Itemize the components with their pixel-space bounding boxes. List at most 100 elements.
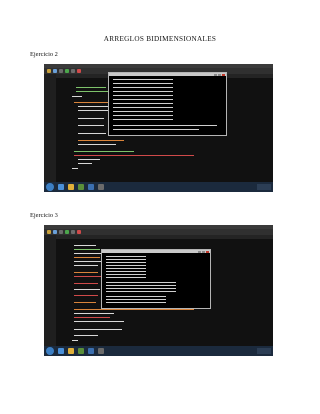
code-line bbox=[72, 96, 82, 97]
code-line bbox=[78, 163, 92, 164]
console-line bbox=[113, 129, 199, 130]
console-line bbox=[113, 107, 173, 108]
console-line bbox=[106, 288, 176, 289]
console-line bbox=[106, 296, 166, 297]
explorer-icon bbox=[58, 348, 64, 354]
code-line bbox=[78, 159, 100, 160]
code-line bbox=[72, 340, 78, 341]
tool-icon bbox=[59, 69, 63, 73]
tool-icon bbox=[71, 230, 75, 234]
console-window bbox=[101, 249, 211, 309]
code-line bbox=[78, 118, 104, 119]
code-line bbox=[74, 265, 98, 266]
word-icon bbox=[88, 184, 94, 190]
stop-icon bbox=[77, 69, 81, 73]
code-line bbox=[74, 289, 100, 290]
code-line bbox=[78, 125, 104, 126]
console-line bbox=[113, 83, 173, 84]
console-line bbox=[106, 282, 176, 283]
code-line bbox=[78, 133, 106, 134]
start-icon bbox=[46, 183, 54, 191]
console-line bbox=[106, 274, 146, 275]
start-icon bbox=[46, 347, 54, 355]
code-line bbox=[74, 257, 100, 258]
console-line bbox=[113, 79, 173, 80]
document-title: ARREGLOS BIDIMENSIONALES bbox=[103, 35, 217, 43]
code-line bbox=[74, 253, 104, 254]
console-line bbox=[106, 256, 146, 257]
stop-icon bbox=[77, 230, 81, 234]
save-icon bbox=[53, 230, 57, 234]
console-line bbox=[113, 95, 173, 96]
console-line bbox=[113, 125, 217, 126]
console-line bbox=[113, 111, 173, 112]
console-line bbox=[113, 115, 173, 116]
open-icon bbox=[47, 230, 51, 234]
windows-taskbar bbox=[44, 346, 273, 356]
word-icon bbox=[88, 348, 94, 354]
code-line bbox=[74, 276, 102, 277]
save-icon bbox=[53, 69, 57, 73]
code-line bbox=[72, 168, 78, 169]
open-icon bbox=[47, 69, 51, 73]
code-line bbox=[76, 87, 106, 88]
system-tray bbox=[257, 348, 271, 354]
code-line bbox=[74, 309, 194, 310]
tool-icon bbox=[71, 69, 75, 73]
screenshot-ejercicio-3 bbox=[44, 225, 273, 356]
code-line bbox=[76, 91, 112, 92]
console-line bbox=[113, 91, 173, 92]
console-line bbox=[106, 299, 166, 300]
run-icon bbox=[65, 69, 69, 73]
code-line bbox=[74, 302, 96, 303]
code-line bbox=[74, 335, 98, 336]
code-line bbox=[74, 329, 122, 330]
code-line bbox=[74, 313, 114, 314]
console-line bbox=[106, 302, 166, 303]
code-line bbox=[74, 249, 100, 250]
run-icon bbox=[65, 230, 69, 234]
system-tray bbox=[257, 184, 271, 190]
console-line bbox=[113, 87, 173, 88]
app-icon bbox=[78, 348, 84, 354]
code-line bbox=[74, 272, 98, 273]
console-line bbox=[106, 271, 146, 272]
tool-icon bbox=[59, 230, 63, 234]
explorer-icon bbox=[58, 184, 64, 190]
windows-taskbar bbox=[44, 182, 273, 192]
console-line bbox=[106, 262, 146, 263]
console-line bbox=[106, 268, 146, 269]
code-line bbox=[74, 317, 110, 318]
code-line bbox=[78, 144, 116, 145]
code-line bbox=[78, 106, 108, 107]
console-line bbox=[113, 119, 173, 120]
console-line bbox=[106, 265, 146, 266]
ide-sidebar bbox=[44, 74, 56, 182]
folder-icon bbox=[68, 184, 74, 190]
console-title-bar bbox=[102, 250, 210, 253]
console-line bbox=[106, 259, 146, 260]
console-line bbox=[113, 99, 173, 100]
code-line bbox=[74, 283, 98, 284]
console-line bbox=[113, 103, 173, 104]
console-line bbox=[106, 285, 176, 286]
section-heading-ejercicio-2: Ejercicio 2 bbox=[30, 51, 58, 58]
minimize-icon bbox=[214, 73, 217, 76]
folder-icon bbox=[68, 348, 74, 354]
code-line bbox=[74, 155, 194, 156]
section-heading-ejercicio-3: Ejercicio 3 bbox=[30, 212, 58, 219]
console-title-bar bbox=[109, 73, 226, 76]
maximize-icon bbox=[218, 73, 221, 76]
minimize-icon bbox=[198, 250, 201, 253]
console-window bbox=[108, 72, 227, 136]
maximize-icon bbox=[202, 250, 205, 253]
close-icon bbox=[222, 73, 225, 76]
ide-sidebar bbox=[44, 235, 56, 346]
code-line bbox=[78, 140, 124, 141]
console-line bbox=[106, 277, 146, 278]
close-icon bbox=[206, 250, 209, 253]
code-line bbox=[74, 295, 98, 296]
console-line bbox=[106, 291, 176, 292]
app-icon bbox=[78, 184, 84, 190]
code-line bbox=[74, 151, 134, 152]
